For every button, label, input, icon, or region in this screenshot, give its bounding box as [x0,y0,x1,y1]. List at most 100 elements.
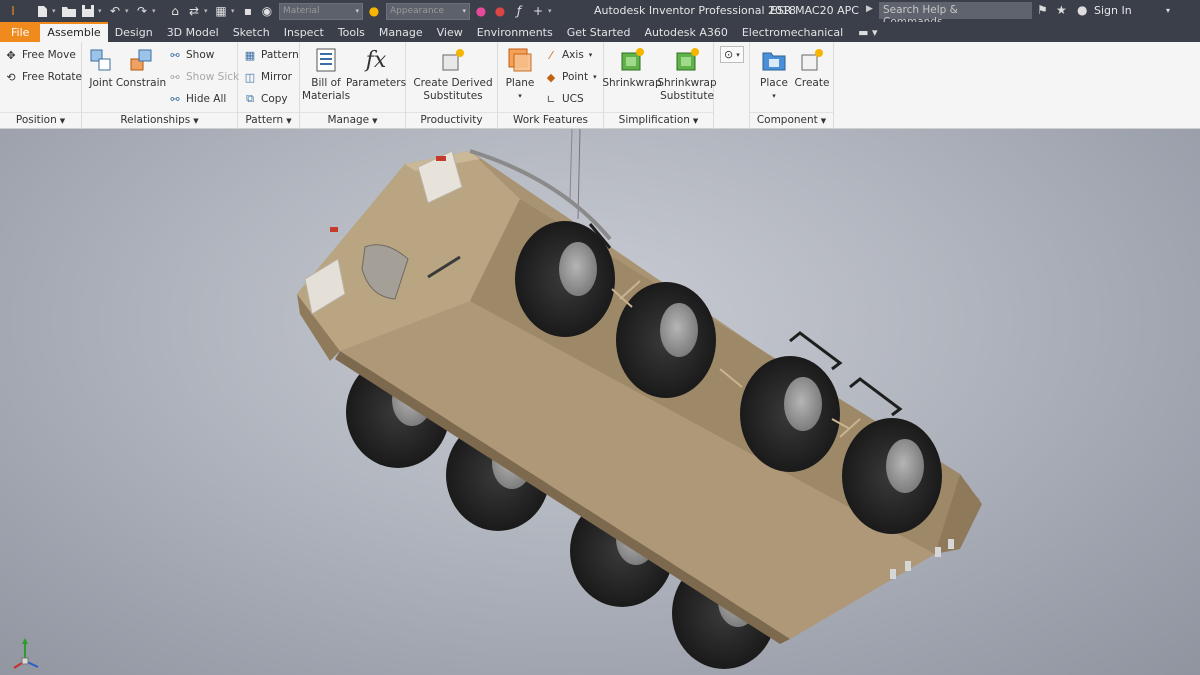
axis-dropdown-icon[interactable]: ▾ [589,51,593,59]
tab-get-started[interactable]: Get Started [560,22,638,42]
help-dropdown-icon[interactable]: ▾ [1166,6,1170,15]
tab-electromechanical[interactable]: Electromechanical [735,22,850,42]
sign-in-link[interactable]: Sign In [1094,4,1132,17]
open-folder-icon[interactable] [60,3,78,19]
customize-dropdown-icon[interactable]: ▾ [548,7,556,15]
app-title: Autodesk Inventor Professional 2018 [594,4,797,17]
tab-3d-model[interactable]: 3D Model [160,22,226,42]
ucs-button[interactable]: ∟ UCS [544,92,584,106]
custom-dropdown-button[interactable]: ⊙ ▾ [720,46,744,63]
sws-label-line1: Shrinkwrap [657,77,717,89]
panel-simplification: Shrinkwrap Shrinkwrap Substitute Simplif… [602,42,717,129]
panel-productivity: Create Derived Substitutes Productivity [406,42,498,129]
return-dropdown-icon[interactable]: ▾ [204,7,212,15]
panel-pattern-label[interactable]: Pattern ▼ [238,112,299,127]
panel-productivity-label: Productivity [406,112,497,127]
plane-dropdown-icon[interactable]: ▾ [518,90,522,103]
bill-of-materials-button[interactable]: Bill of Materials [302,46,350,103]
tab-sketch[interactable]: Sketch [226,22,277,42]
tab-assemble[interactable]: Assemble [40,22,108,42]
tab-design[interactable]: Design [108,22,160,42]
tab-inspect[interactable]: Inspect [277,22,331,42]
show-button[interactable]: ⚯ Show [168,48,214,62]
ribbon-tabs: File Assemble Design 3D Model Sketch Ins… [0,22,1200,42]
panel-position-label[interactable]: Position ▼ [0,112,81,127]
update-icon[interactable]: ▪ [239,3,257,19]
save-icon[interactable] [79,3,97,19]
binoculars-icon[interactable]: ⚑ [1037,3,1048,17]
redo-dropdown-icon[interactable]: ▾ [152,7,160,15]
free-move-button[interactable]: ✥ Free Move [4,48,75,62]
plane-button[interactable]: Plane ▾ [504,46,536,103]
material-icon[interactable]: ◉ [258,3,276,19]
free-rotate-button[interactable]: ⟲ Free Rotate [4,70,82,84]
shrinkwrap-substitute-button[interactable]: Shrinkwrap Substitute [657,46,717,103]
tab-environments[interactable]: Environments [470,22,560,42]
star-icon[interactable]: ★ [1056,3,1067,17]
place-dropdown-icon[interactable]: ▾ [772,90,776,103]
view-triad-icon[interactable] [8,637,42,671]
joint-icon [87,46,115,74]
place-icon [760,46,788,74]
pattern-panel-label-text: Pattern [245,114,284,126]
joint-button[interactable]: Joint [86,46,116,90]
show-sick-button[interactable]: ⚯ Show Sick [168,70,239,84]
search-input[interactable]: Search Help & Commands... [879,2,1032,28]
create-component-button[interactable]: Create [794,46,830,90]
mirror-icon: ◫ [244,70,256,84]
pattern-button[interactable]: ▦ Pattern [243,48,299,62]
ucs-label: UCS [562,93,584,105]
new-dropdown-icon[interactable]: ▾ [52,7,60,15]
ribbon: ✥ Free Move ⟲ Free Rotate Position ▼ Join… [0,42,1200,129]
ribbon-display-options-icon[interactable]: ▬ ▾ [858,26,877,42]
appearance-combo[interactable]: Appearance ▾ [386,2,470,20]
shrinkwrap-button[interactable]: Shrinkwrap [602,46,662,90]
copy-button[interactable]: ⧉ Copy [243,92,288,106]
place-label: Place [760,77,788,89]
panel-relationships-label[interactable]: Relationships ▼ [82,112,237,127]
hide-all-label: Hide All [186,93,227,105]
parameters-label: Parameters [345,77,407,89]
plus-icon[interactable]: + [529,3,547,19]
adjust-icon[interactable]: ● [472,3,490,19]
undo-dropdown-icon[interactable]: ▾ [125,7,133,15]
constrain-button[interactable]: Constrain [116,46,166,90]
app-logo-icon[interactable]: I [4,3,22,19]
undo-icon[interactable]: ↶ [106,3,124,19]
panel-manage: Bill of Materials fx Parameters Manage ▼ [300,42,406,129]
bill-of-materials-icon [312,46,340,74]
new-file-icon[interactable] [33,3,51,19]
user-icon[interactable]: ● [1077,3,1087,17]
parameters-icon: fx [365,47,387,73]
tab-manage[interactable]: Manage [372,22,430,42]
return-icon[interactable]: ⇄ [185,3,203,19]
panel-manage-label[interactable]: Manage ▼ [300,112,405,127]
axis-button[interactable]: ⁄ Axis ▾ [544,48,592,62]
mirror-button[interactable]: ◫ Mirror [243,70,292,84]
place-button[interactable]: Place ▾ [757,46,791,103]
tab-view[interactable]: View [430,22,470,42]
tab-file[interactable]: File [0,22,41,42]
hide-all-button[interactable]: ⚯ Hide All [168,92,226,106]
point-button[interactable]: ◆ Point ▾ [544,70,597,84]
appearance-icon[interactable]: ● [365,3,383,19]
project-icon[interactable]: ▦ [212,3,230,19]
tab-tools[interactable]: Tools [331,22,372,42]
panel-simplification-label[interactable]: Simplification ▼ [604,112,713,127]
create-derived-substitutes-button[interactable]: Create Derived Substitutes [412,46,494,103]
graphics-viewport[interactable] [0,129,1200,675]
point-dropdown-icon[interactable]: ▾ [593,73,597,81]
search-arrow-icon[interactable]: ▶ [866,4,873,14]
redo-icon[interactable]: ↷ [133,3,151,19]
apc-model[interactable] [0,129,1200,675]
parameters-button[interactable]: fx Parameters [346,46,406,90]
save-dropdown-icon[interactable]: ▾ [98,7,106,15]
clear-appearance-icon[interactable]: ● [491,3,509,19]
fx-icon[interactable]: ƒ [510,3,528,19]
copy-icon: ⧉ [246,92,254,105]
material-combo[interactable]: Material ▾ [279,2,363,20]
home-icon[interactable]: ⌂ [166,3,184,19]
project-dropdown-icon[interactable]: ▾ [231,7,239,15]
tab-autodesk-a360[interactable]: Autodesk A360 [637,22,734,42]
panel-component-label[interactable]: Component ▼ [750,112,833,127]
